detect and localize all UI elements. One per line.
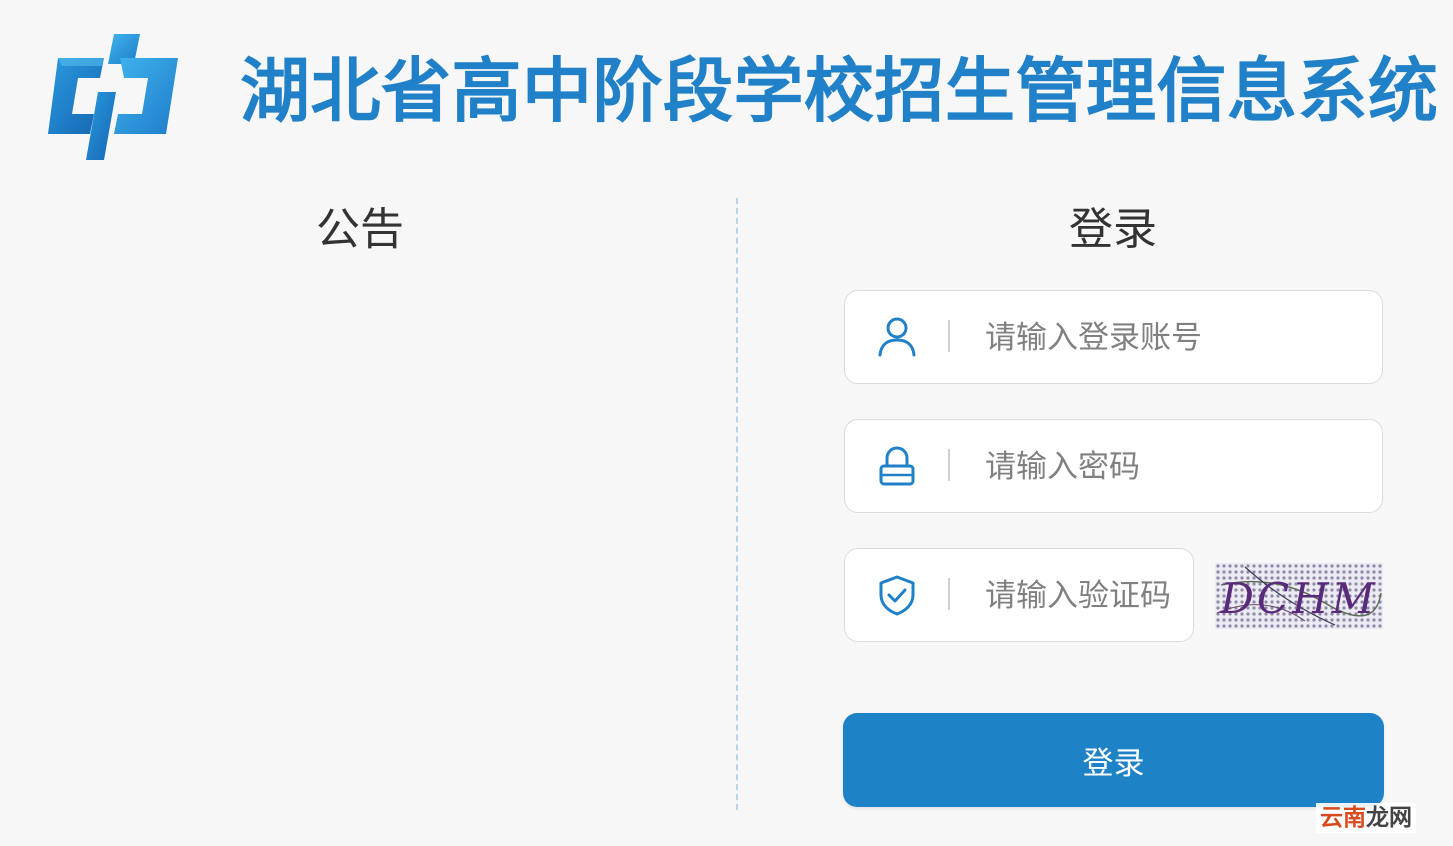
captcha-image[interactable]: DCHM: [1215, 563, 1383, 629]
captcha-field[interactable]: [844, 548, 1194, 642]
watermark-part1: 云南: [1320, 805, 1366, 831]
username-field[interactable]: [844, 290, 1383, 384]
field-separator: [948, 578, 950, 610]
login-button[interactable]: 登录: [843, 713, 1384, 807]
username-input[interactable]: [985, 313, 1345, 363]
login-title: 登录: [1069, 204, 1157, 255]
watermark-part2: 龙网: [1366, 805, 1412, 831]
password-input[interactable]: [985, 442, 1345, 492]
user-icon: [878, 317, 916, 357]
shield-check-icon: [879, 575, 915, 616]
notice-title: 公告: [316, 204, 404, 255]
captcha-input[interactable]: [985, 571, 1185, 621]
system-logo-icon: [48, 34, 178, 160]
password-field[interactable]: [844, 419, 1383, 513]
field-separator: [948, 449, 950, 481]
section-divider: [736, 198, 738, 810]
captcha-text: DCHM: [1219, 574, 1377, 623]
lock-icon: [879, 446, 915, 486]
watermark: 云南龙网: [1316, 803, 1416, 833]
system-title: 湖北省高中阶段学校招生管理信息系统: [240, 50, 1439, 132]
field-separator: [948, 320, 950, 352]
